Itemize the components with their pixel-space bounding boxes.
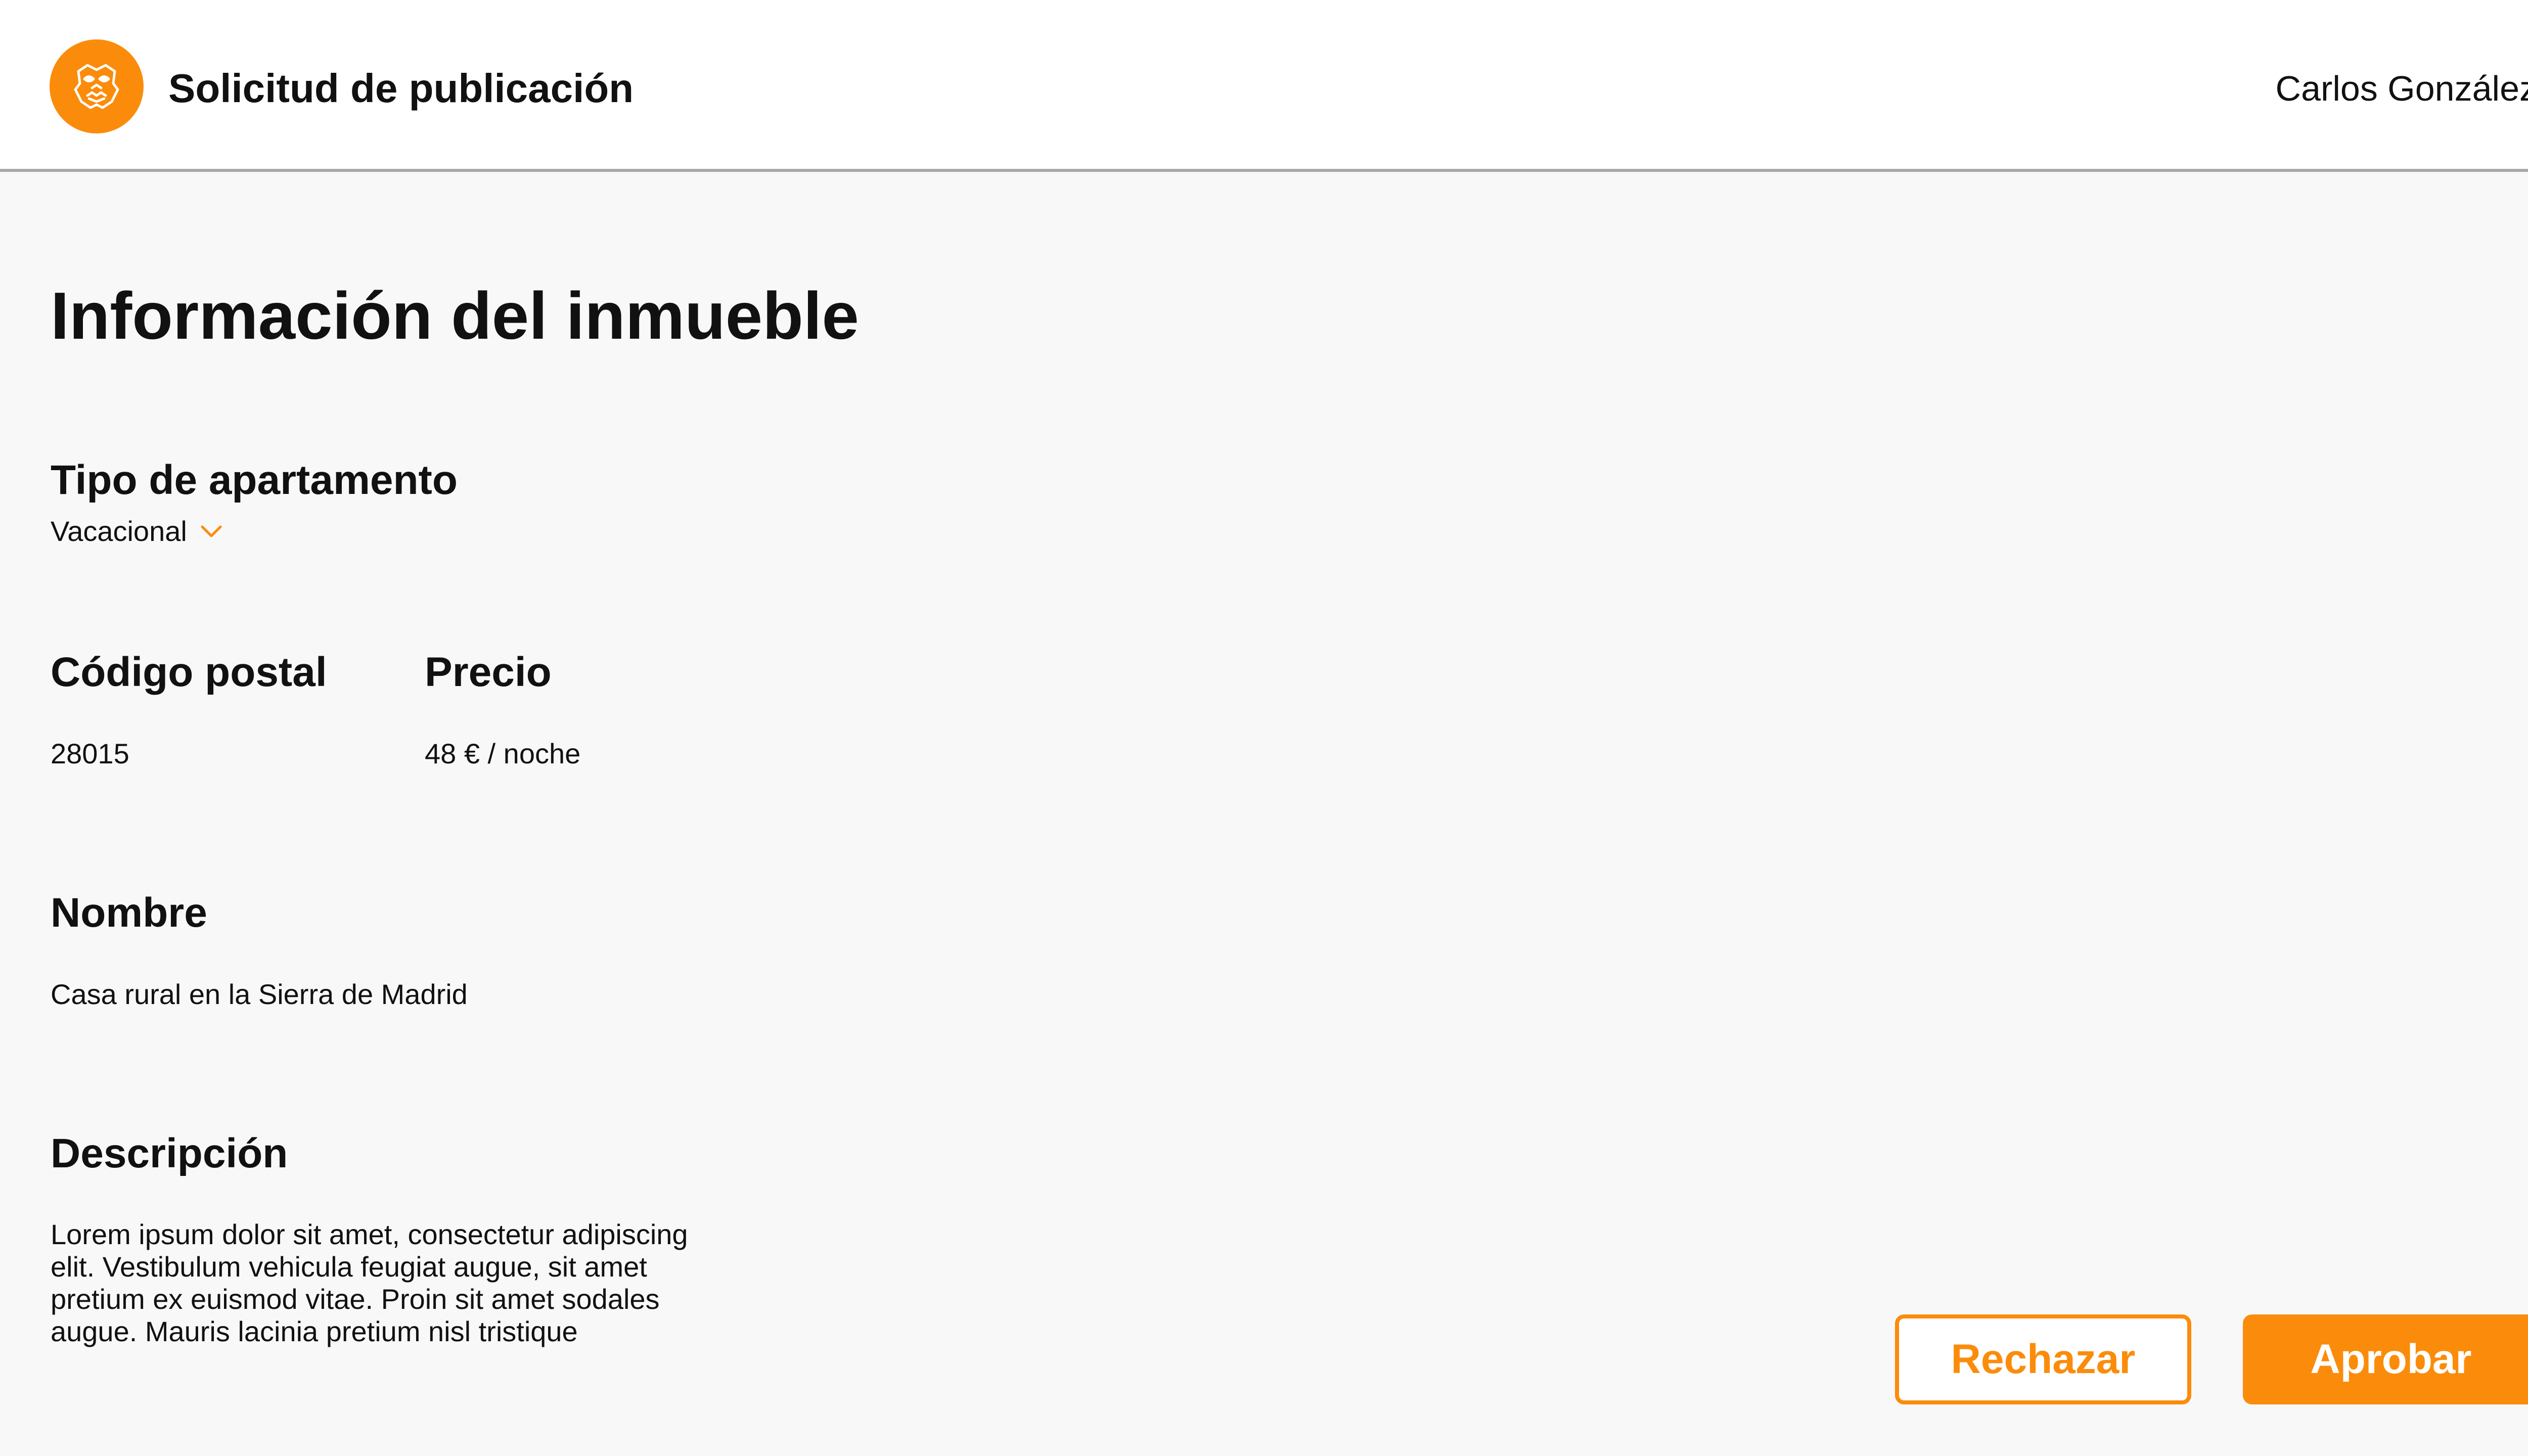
mask-face-icon [74,64,119,109]
postal-code-value: 28015 [51,738,129,769]
apartment-type-label: Tipo de apartamento [51,457,458,503]
chevron-down-icon [201,525,222,537]
apartment-type-value: Vacacional [51,515,187,547]
description-label: Descripción [51,1130,288,1176]
reject-button[interactable]: Rechazar [1895,1314,2191,1404]
page-title: Solicitud de publicación [168,66,634,111]
user-name[interactable]: Carlos González [2276,61,2528,116]
apartment-type-dropdown[interactable]: Vacacional [51,514,222,549]
name-value: Casa rural en la Sierra de Madrid [51,978,468,1010]
section-title: Información del inmueble [51,279,859,353]
price-value: 48 € / noche [425,738,581,769]
top-bar: Solicitud de publicación Carlos González [0,0,2528,172]
postal-code-label: Código postal [51,649,327,695]
price-label: Precio [425,649,552,695]
name-label: Nombre [51,890,207,936]
description-value: Lorem ipsum dolor sit amet, consectetur … [51,1218,688,1347]
approve-button[interactable]: Aprobar [2243,1314,2528,1404]
logo[interactable] [50,39,144,133]
